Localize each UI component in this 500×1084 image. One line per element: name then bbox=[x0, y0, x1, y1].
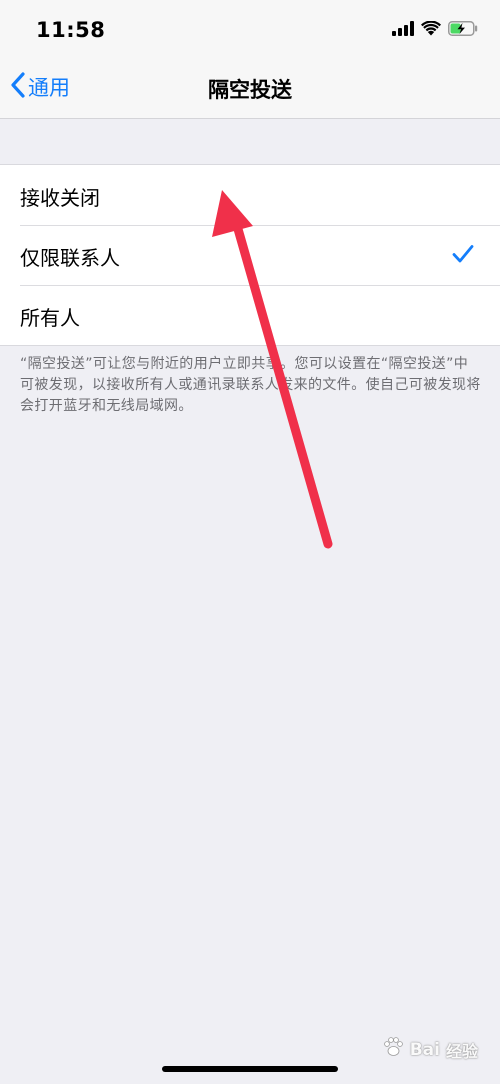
option-label: 所有人 bbox=[20, 306, 80, 330]
status-icons bbox=[392, 18, 478, 42]
option-everyone[interactable]: 所有人 bbox=[0, 285, 500, 345]
status-time: 11:58 bbox=[36, 18, 106, 42]
checkmark-icon bbox=[452, 244, 474, 268]
option-contacts-only[interactable]: 仅限联系人 bbox=[0, 225, 500, 285]
annotation-arrow bbox=[212, 190, 333, 549]
page-title: 隔空投送 bbox=[208, 78, 292, 102]
footer-note: “隔空投送”可让您与附近的用户立即共享。您可以设置在“隔空投送”中可被发现，以接… bbox=[20, 356, 481, 414]
battery-charging-icon bbox=[448, 20, 478, 40]
home-indicator[interactable] bbox=[162, 1066, 338, 1072]
nav-bar: 通用 隔空投送 bbox=[0, 56, 500, 119]
airdrop-options-list: 接收关闭 仅限联系人 所有人 bbox=[0, 164, 500, 346]
wifi-icon bbox=[421, 20, 441, 40]
paw-icon bbox=[382, 1036, 404, 1063]
status-bar: 11:58 bbox=[0, 0, 500, 56]
watermark-logo-text: Bai bbox=[409, 1039, 440, 1060]
option-label: 仅限联系人 bbox=[20, 246, 120, 270]
signal-icon bbox=[392, 20, 414, 40]
option-label: 接收关闭 bbox=[20, 186, 100, 210]
watermark-sub-text: 经验 bbox=[445, 1041, 478, 1061]
baidu-jingyan-watermark: Bai 经验 bbox=[382, 1036, 478, 1063]
option-receiving-off[interactable]: 接收关闭 bbox=[0, 165, 500, 225]
